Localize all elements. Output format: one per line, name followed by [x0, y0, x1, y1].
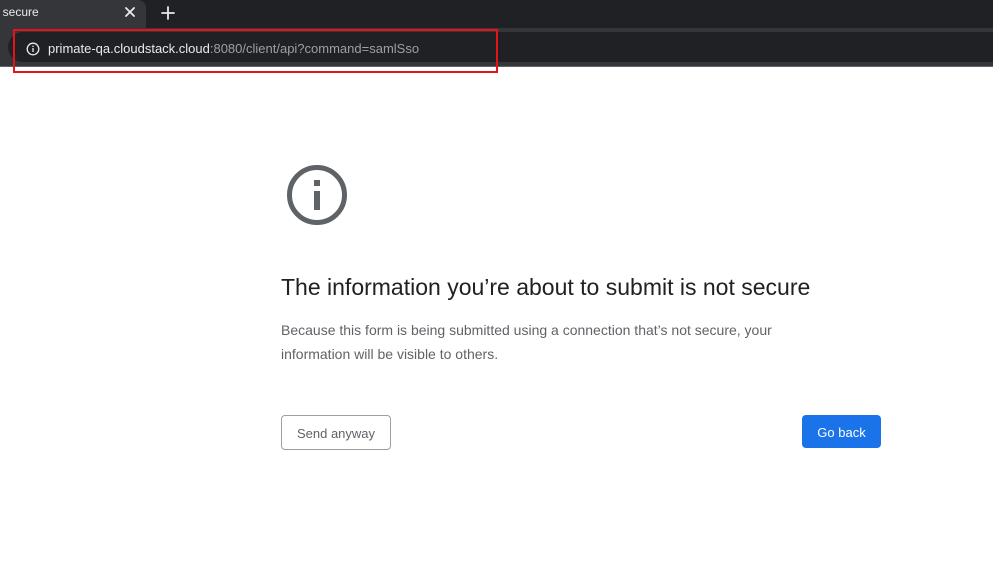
- plus-icon[interactable]: [159, 4, 177, 22]
- highlight-box: [13, 29, 498, 73]
- tab-title: t secure: [0, 5, 39, 19]
- warning-message: Because this form is being submitted usi…: [281, 322, 772, 362]
- tab-strip: t secure: [0, 0, 993, 28]
- browser-tab[interactable]: t secure: [0, 0, 146, 28]
- page-title: The information you’re about to submit i…: [281, 274, 811, 300]
- info-icon: [287, 165, 347, 225]
- go-back-button[interactable]: Go back: [802, 415, 881, 448]
- close-icon[interactable]: [122, 4, 138, 20]
- send-anyway-button[interactable]: Send anyway: [281, 415, 391, 450]
